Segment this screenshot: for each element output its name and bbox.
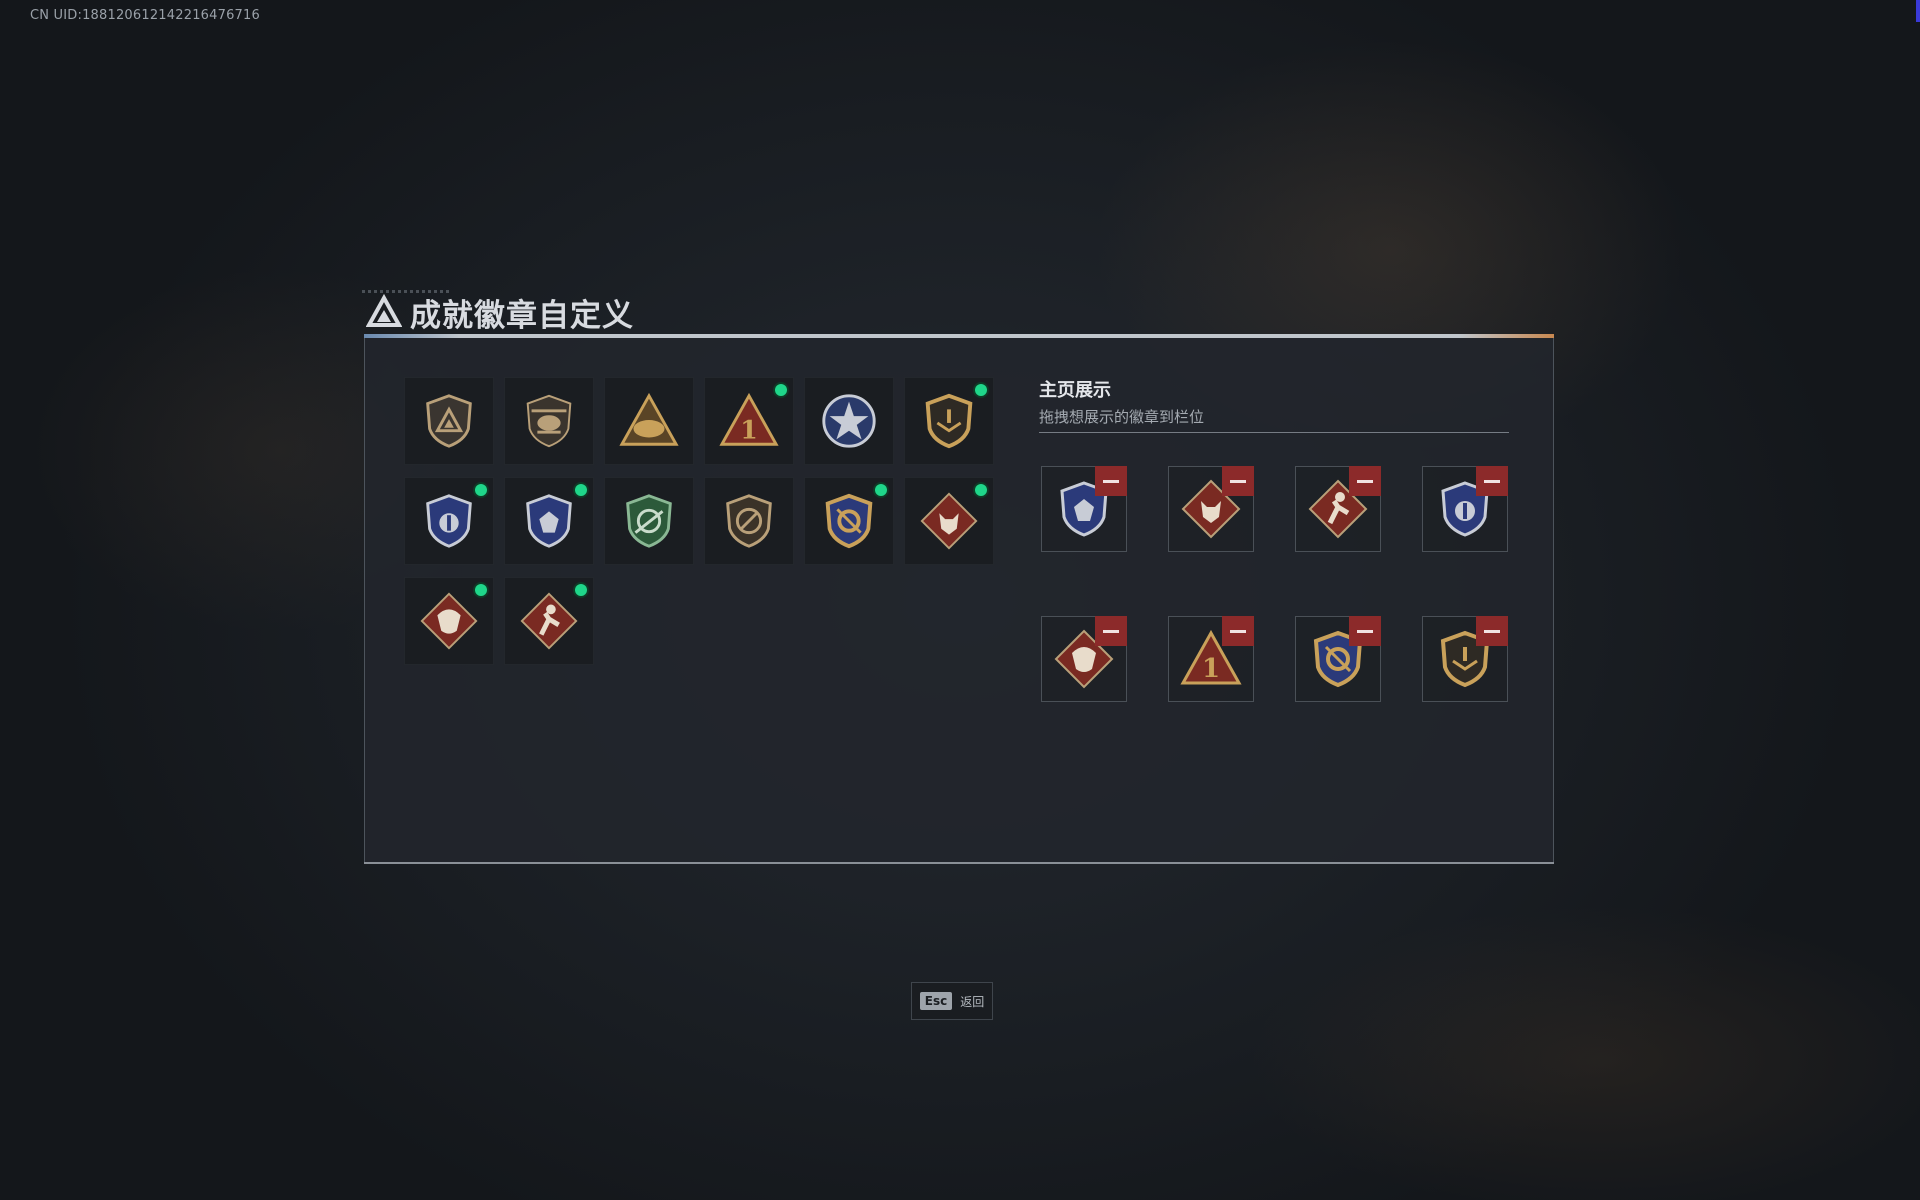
page-title: 成就徽章自定义 [410,297,634,334]
helicopter-badge-icon [526,394,572,448]
badge-item[interactable] [904,477,994,565]
remove-badge-button[interactable] [1095,466,1127,496]
corner-indicator [1916,0,1920,22]
badge-item[interactable] [804,477,894,565]
badge-item[interactable] [504,477,594,565]
remove-badge-button[interactable] [1476,466,1508,496]
minus-icon [1230,629,1246,633]
new-indicator-dot [875,484,887,496]
showcase-slot[interactable] [1422,616,1508,702]
badge-item[interactable] [604,377,694,465]
showcase-header: 主页展示 拖拽想展示的徽章到栏位 [1039,376,1509,427]
new-indicator-dot [975,384,987,396]
page-header: 成就徽章自定义 [366,292,634,334]
badge-item[interactable] [904,377,994,465]
badge-item[interactable] [404,477,494,565]
badge-item[interactable] [804,377,894,465]
dragon-diamond-badge-icon [420,592,478,650]
esc-key-icon: Esc [919,992,953,1010]
blue-gem-shield-badge-icon [526,494,572,548]
helmet-triangle-badge-icon [619,392,679,446]
remove-badge-button[interactable] [1349,616,1381,646]
svg-text:1: 1 [1202,654,1220,684]
showcase-slot[interactable] [1295,466,1381,552]
star-emblem-badge-icon [822,394,876,448]
new-indicator-dot [775,384,787,396]
remove-badge-button[interactable] [1476,616,1508,646]
new-indicator-dot [575,584,587,596]
badge-item[interactable] [604,477,694,565]
minus-icon [1357,629,1373,633]
showcase-title: 主页展示 [1039,380,1111,401]
no-gun-shield-badge-icon [726,494,772,548]
showcase-slot[interactable] [1295,616,1381,702]
badge-item[interactable] [504,377,594,465]
new-indicator-dot [475,584,487,596]
gold-shield-badge-icon [925,393,973,449]
triangle-shield-badge-icon [426,394,472,448]
runner-diamond-badge-icon [520,592,578,650]
back-label: 返回 [960,994,985,1009]
new-indicator-dot [975,484,987,496]
showcase-slot[interactable]: 1 [1168,616,1254,702]
new-indicator-dot [475,484,487,496]
minus-icon [1357,479,1373,483]
gold-crest-badge-icon [825,493,873,549]
back-button[interactable]: Esc 返回 [911,982,993,1020]
remove-badge-button[interactable] [1095,616,1127,646]
badge-item[interactable] [404,377,494,465]
uid-label: CN UID:1881206121422164767​16 [30,8,260,23]
blue-shield-badge-icon [426,494,472,548]
minus-icon [1484,479,1500,483]
new-indicator-dot [575,484,587,496]
remove-badge-button[interactable] [1222,616,1254,646]
showcase-slot[interactable] [1041,616,1127,702]
panel-bottom-border [364,862,1554,864]
remove-badge-button[interactable] [1222,466,1254,496]
badge-item[interactable] [704,477,794,565]
badge-item[interactable] [404,577,494,665]
svg-text:1: 1 [740,414,758,444]
minus-icon [1103,629,1119,633]
badge-item[interactable]: 1 [704,377,794,465]
showcase-divider [1039,432,1509,433]
remove-badge-button[interactable] [1349,466,1381,496]
showcase-subtitle: 拖拽想展示的徽章到栏位 [1039,408,1205,426]
green-crosshair-badge-icon [626,494,672,548]
showcase-slot[interactable] [1041,466,1127,552]
showcase-slot[interactable] [1422,466,1508,552]
minus-icon [1484,629,1500,633]
panel-top-border [364,334,1554,338]
showcase-slot[interactable] [1168,466,1254,552]
number-one-triangle-badge-icon: 1 [719,392,779,446]
minus-icon [1230,479,1246,483]
triangle-logo-icon [366,294,402,327]
wolf-diamond-badge-icon [920,492,978,550]
minus-icon [1103,479,1119,483]
badge-item[interactable] [504,577,594,665]
